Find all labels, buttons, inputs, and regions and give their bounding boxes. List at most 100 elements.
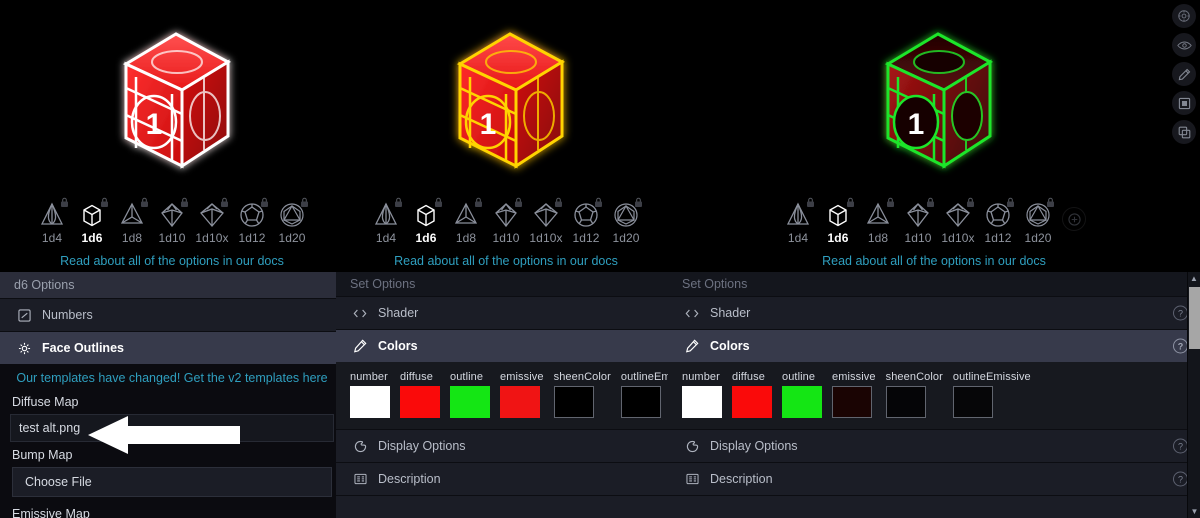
row-display-options-right[interactable]: Display Options ? [668, 429, 1200, 462]
die-render-2[interactable]: 1 [426, 18, 586, 183]
swatch-color[interactable] [400, 386, 440, 418]
d6-icon [411, 197, 442, 230]
palette-icon [682, 339, 702, 353]
dice-option-1d10x[interactable]: 1d10x [529, 197, 563, 245]
die-render-1[interactable]: 1 [92, 18, 252, 183]
dice-option-1d8[interactable]: 1d8 [450, 197, 482, 245]
swatch-label: outlineEmissive [620, 371, 668, 383]
dice-option-1d6[interactable]: 1d6 [76, 197, 108, 245]
swatch-color[interactable] [450, 386, 490, 418]
dice-option-1d6[interactable]: 1d6 [410, 197, 442, 245]
swatch-number[interactable]: number [682, 371, 722, 418]
dice-option-1d12[interactable]: 1d12 [236, 197, 268, 245]
dice-option-1d12[interactable]: 1d12 [570, 197, 602, 245]
swatch-diffuse[interactable]: diffuse [400, 371, 440, 418]
help-icon-display-options[interactable]: ? [1173, 438, 1188, 454]
description-icon [682, 473, 702, 485]
swatch-color[interactable] [350, 386, 390, 418]
swatch-label: number [682, 371, 720, 383]
settings-gear-icon[interactable] [1172, 4, 1196, 28]
swatch-emissive[interactable]: emissive [832, 371, 876, 418]
dice-option-1d20[interactable]: 1d20 [276, 197, 308, 245]
row-numbers[interactable]: Numbers [0, 298, 344, 331]
swatch-number[interactable]: number [350, 371, 390, 418]
eye-icon[interactable] [1172, 33, 1196, 57]
help-icon-colors[interactable]: ? [1173, 338, 1188, 354]
swatch-outline[interactable]: outline [450, 371, 490, 418]
dice-option-1d10x[interactable]: 1d10x [195, 197, 229, 245]
add-die-button[interactable] [1062, 207, 1086, 232]
dice-option-label: 1d12 [572, 231, 600, 245]
dice-option-1d8[interactable]: 1d8 [862, 197, 894, 245]
annotation-arrow [88, 416, 240, 454]
die-render-3[interactable]: 1 [854, 18, 1014, 183]
row-shader-mid[interactable]: Shader [336, 296, 668, 329]
swatch-diffuse[interactable]: diffuse [732, 371, 772, 418]
dice-option-1d10[interactable]: 1d10 [156, 197, 188, 245]
dice-option-1d10[interactable]: 1d10 [490, 197, 522, 245]
docs-link-1[interactable]: Read about all of the options in our doc… [60, 254, 284, 268]
dice-option-1d20[interactable]: 1d20 [1022, 197, 1054, 245]
swatch-emissive[interactable]: emissive [500, 371, 544, 418]
row-colors-mid-label: Colors [378, 339, 418, 353]
dice-option-1d8[interactable]: 1d8 [116, 197, 148, 245]
dice-option-1d12[interactable]: 1d12 [982, 197, 1014, 245]
swatch-outlineEmissive[interactable]: outlineEmissive [952, 371, 1031, 418]
d12-icon [983, 197, 1014, 230]
row-description-mid[interactable]: Description [336, 462, 668, 495]
copy-icon[interactable] [1172, 120, 1196, 144]
swatch-sheenColor[interactable]: sheenColor [885, 371, 943, 418]
emissive-map-label: Emissive Map [12, 507, 90, 518]
row-colors-mid[interactable]: Colors [336, 329, 668, 362]
swatch-color[interactable] [732, 386, 772, 418]
dice-option-1d4[interactable]: 1d4 [370, 197, 402, 245]
swatch-sheenColor[interactable]: sheenColor [553, 371, 611, 418]
scroll-up-icon[interactable]: ▲ [1188, 272, 1200, 285]
cube-icon[interactable] [1172, 91, 1196, 115]
docs-link-3[interactable]: Read about all of the options in our doc… [822, 254, 1046, 268]
row-shader-right-label: Shader [710, 306, 751, 320]
bump-map-value: Choose File [25, 475, 92, 489]
edit-pencil-icon[interactable] [1172, 62, 1196, 86]
dice-option-1d4[interactable]: 1d4 [782, 197, 814, 245]
dice-option-1d10[interactable]: 1d10 [902, 197, 934, 245]
help-icon-shader[interactable]: ? [1173, 305, 1188, 321]
dice-option-1d20[interactable]: 1d20 [610, 197, 642, 245]
row-display-options-mid[interactable]: Display Options [336, 429, 668, 462]
help-icon-description[interactable]: ? [1173, 471, 1188, 487]
swatch-color[interactable] [952, 386, 993, 418]
dice-option-label: 1d12 [984, 231, 1012, 245]
panel-scrollbar[interactable]: ▲ ▼ [1187, 272, 1200, 518]
dice-option-label: 1d4 [375, 231, 397, 245]
row-face-outlines[interactable]: Face Outlines [0, 331, 344, 364]
swatch-color[interactable] [500, 386, 540, 418]
bump-map-choose-file[interactable]: Choose File [12, 467, 332, 497]
scroll-down-icon[interactable]: ▼ [1188, 505, 1200, 518]
row-description-right[interactable]: Description ? [668, 462, 1200, 495]
row-extra-right[interactable] [668, 495, 1200, 518]
scrollbar-thumb[interactable] [1189, 287, 1200, 349]
swatch-label: emissive [832, 371, 876, 383]
dice-option-1d10x[interactable]: 1d10x [941, 197, 975, 245]
row-shader-right[interactable]: Shader ? [668, 296, 1200, 329]
d10x-icon [943, 197, 974, 230]
swatch-color[interactable] [832, 386, 872, 418]
swatch-label: diffuse [732, 371, 765, 383]
swatch-outline[interactable]: outline [782, 371, 822, 418]
swatch-outlineEmissive[interactable]: outlineEmissive [620, 371, 668, 418]
swatch-color[interactable] [620, 386, 661, 418]
swatch-color[interactable] [682, 386, 722, 418]
templates-notice[interactable]: Our templates have changed! Get the v2 t… [0, 364, 344, 389]
docs-link-2[interactable]: Read about all of the options in our doc… [394, 254, 618, 268]
dice-option-1d6[interactable]: 1d6 [822, 197, 854, 245]
swatch-color[interactable] [885, 386, 926, 418]
dice-option-1d4[interactable]: 1d4 [36, 197, 68, 245]
swatch-color[interactable] [782, 386, 822, 418]
swatch-label: emissive [500, 371, 544, 383]
description-icon [350, 473, 370, 485]
dice-option-label: 1d10x [529, 231, 563, 245]
face-outlines-icon [14, 342, 34, 355]
row-colors-right[interactable]: Colors ? [668, 329, 1200, 362]
swatch-color[interactable] [553, 386, 594, 418]
row-extra-mid[interactable] [336, 495, 668, 518]
